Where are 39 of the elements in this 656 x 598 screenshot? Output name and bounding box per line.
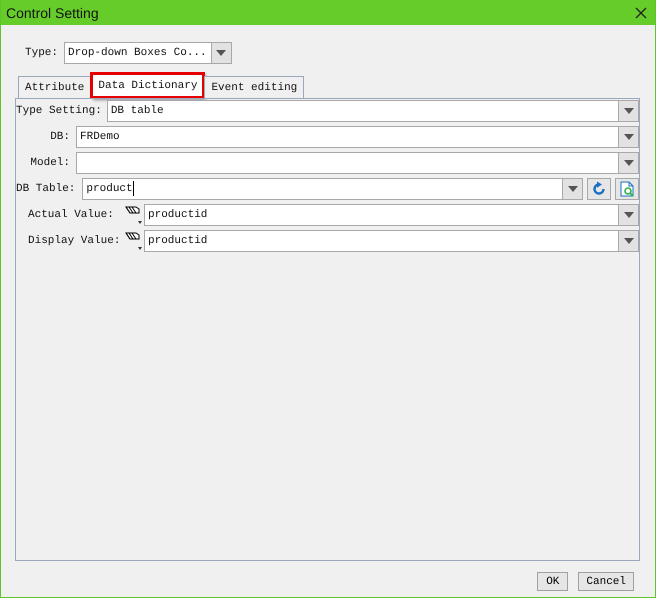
caret-icon[interactable] — [624, 134, 634, 140]
combo-field[interactable]: FRDemo — [76, 126, 619, 148]
combo-field[interactable]: DB table — [106, 100, 619, 122]
dropdown-button[interactable] — [619, 100, 639, 122]
refresh-button[interactable] — [587, 178, 611, 200]
dropdown-button[interactable] — [563, 178, 583, 200]
tab[interactable]: Event editing — [204, 76, 304, 98]
dropdown-button[interactable] — [619, 152, 639, 174]
type-label: Type: — [25, 47, 58, 59]
caret-icon[interactable] — [624, 108, 634, 114]
field-label: DB Table: — [16, 182, 76, 194]
field-label: Actual Value: — [28, 208, 115, 220]
refresh-icon[interactable] — [591, 180, 607, 196]
combo-field[interactable]: Drop-down Boxes Co... — [64, 42, 212, 64]
combo-field[interactable]: product — [82, 178, 563, 200]
field-label: Type Setting: — [16, 104, 102, 116]
document-search-icon[interactable] — [619, 180, 635, 196]
dialog-button[interactable]: OK — [537, 572, 568, 591]
combo-field[interactable] — [76, 152, 619, 174]
dropdown-button[interactable] — [619, 204, 639, 226]
caret-icon[interactable] — [624, 212, 634, 218]
field-label: DB: — [49, 130, 70, 142]
combo-field[interactable]: productid — [144, 230, 619, 252]
field-label: Model: — [29, 156, 70, 168]
caret-icon[interactable] — [624, 238, 634, 244]
dropdown-button[interactable] — [212, 42, 232, 64]
window-title: Control Setting — [6, 4, 99, 20]
tab[interactable]: Data Dictionary — [91, 73, 204, 98]
preview-button[interactable] — [615, 178, 639, 200]
dropdown-button[interactable] — [619, 230, 639, 252]
dialog-button[interactable]: Cancel — [578, 572, 634, 591]
tab[interactable]: Attribute — [18, 76, 92, 98]
caret-icon[interactable] — [216, 50, 226, 56]
close-icon[interactable] — [635, 6, 647, 18]
caret-icon[interactable] — [568, 186, 578, 192]
caret-icon[interactable] — [624, 160, 634, 166]
combo-field[interactable]: productid — [144, 204, 619, 226]
field-label: Display Value: — [28, 234, 120, 246]
dropdown-button[interactable] — [619, 126, 639, 148]
